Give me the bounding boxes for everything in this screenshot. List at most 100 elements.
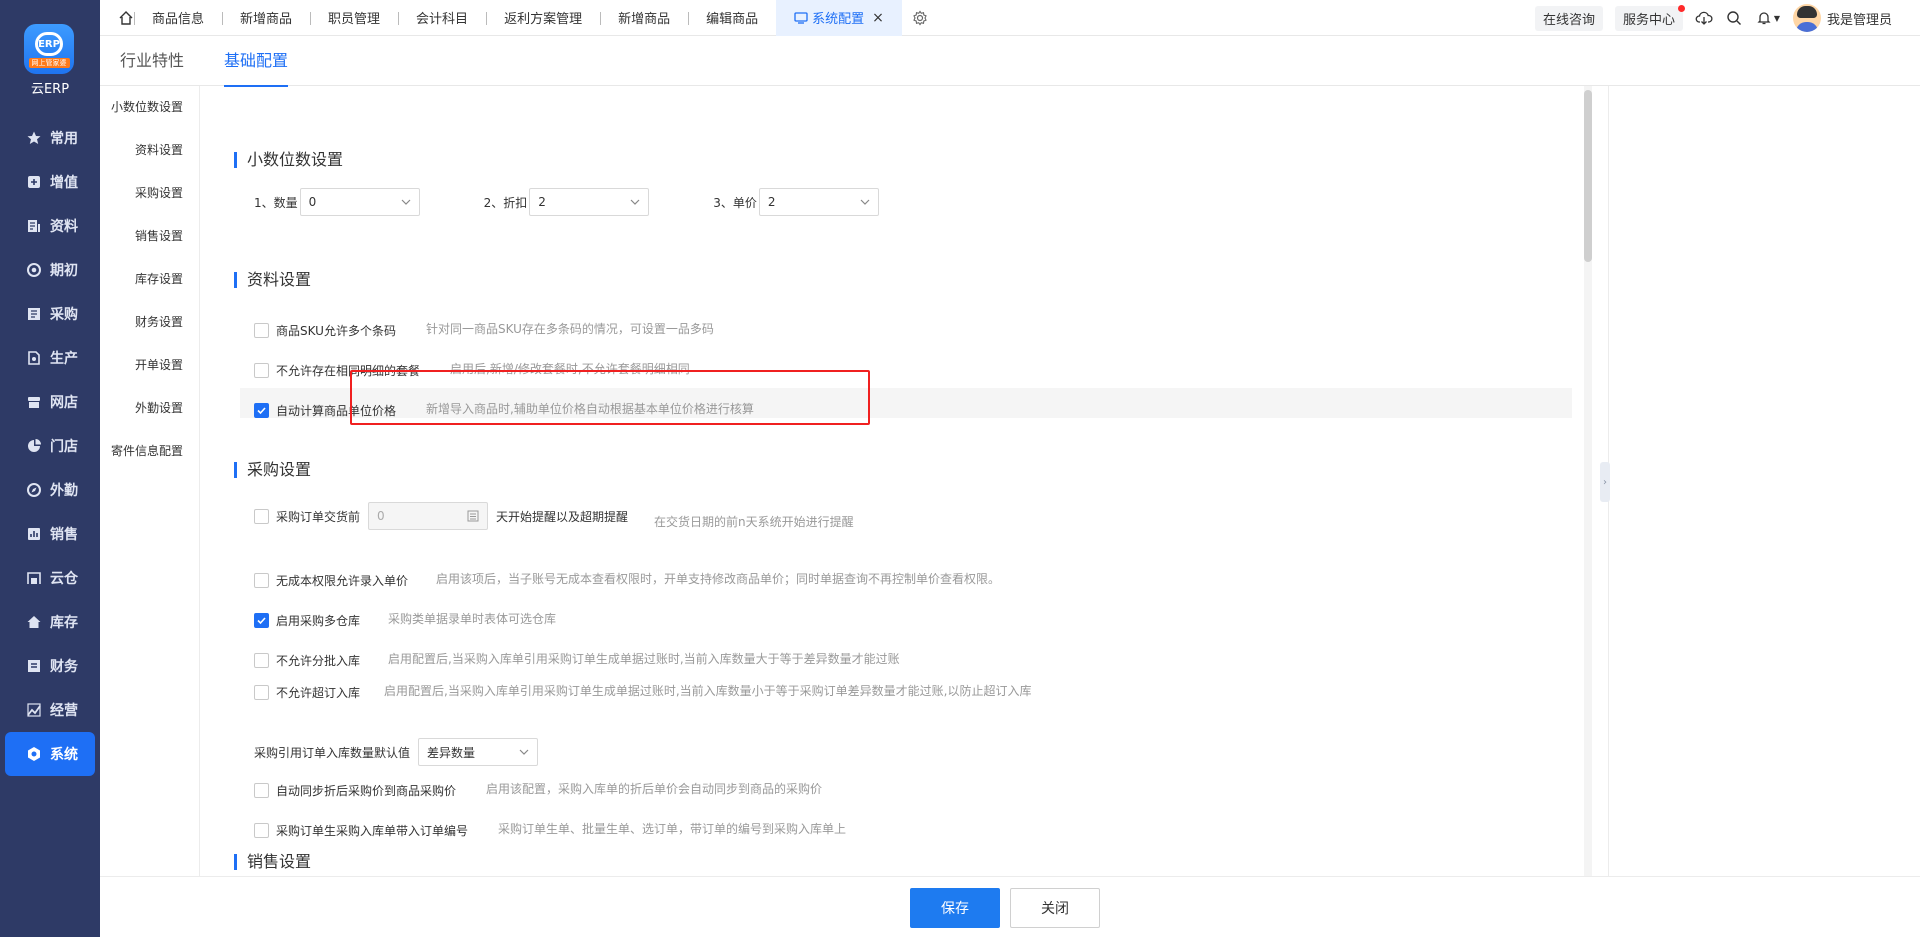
anchor-nav-item[interactable]: 小数位数设置 [100,86,199,129]
sidebar-item-label: 财务 [50,659,78,675]
decimal-qty-select[interactable]: 0 [299,188,420,216]
sidebar-item-11[interactable]: 库存 [0,600,100,644]
checkbox[interactable] [254,613,269,628]
decimal-price-label: 3、单价 [713,195,757,210]
option-hint: 采购类单据录单时表体可选仓库 [388,612,557,626]
sidebar-item-8[interactable]: 外勤 [0,468,100,512]
sidebar-item-1[interactable]: 增值 [0,160,100,204]
sidebar: ERP 网上管家婆 云ERP 常用 增值 资料 期初 采购 生产 网店 门店 外勤 销售 云仓 库存财… [0,0,100,937]
production-icon [28,351,40,365]
option-row: 自动计算商品单位价格 新增导入商品时,辅助单位价格自动根据基本单位价格进行核算 [254,402,754,419]
subtab-0[interactable]: 行业特性 [100,36,204,86]
sidebar-item-10[interactable]: 云仓 [0,556,100,600]
sidebar-item-7[interactable]: 门店 [0,424,100,468]
checkbox[interactable] [254,363,269,378]
close-button[interactable]: 关闭 [1010,888,1100,928]
anchor-nav-item[interactable]: 寄件信息配置 [100,430,199,473]
tab-1[interactable]: 新增商品 [222,0,310,36]
cloud-download-icon[interactable] [1695,9,1713,27]
tab-3[interactable]: 会计科目 [398,0,486,36]
sidebar-item-9[interactable]: 销售 [0,512,100,556]
vertical-scrollbar[interactable] [1584,86,1592,876]
anchor-nav-item[interactable]: 开单设置 [100,344,199,387]
default-qty-select[interactable]: 差异数量 [418,738,539,766]
gear-icon[interactable] [912,10,928,26]
decimal-price-select[interactable]: 2 [758,188,879,216]
sidebar-item-label: 云仓 [50,571,78,587]
tab-2[interactable]: 职员管理 [310,0,398,36]
checkbox[interactable] [254,573,269,588]
checkbox[interactable] [254,823,269,838]
select-value: 2 [538,195,546,209]
warehouse-icon [27,572,41,584]
bell-icon[interactable]: ▼ [1755,9,1781,27]
service-center-button[interactable]: 服务中心 [1614,4,1685,31]
sidebar-item-label: 期初 [50,263,78,279]
home-icon[interactable] [118,10,134,26]
sidebar-item-4[interactable]: 采购 [0,292,100,336]
check-icon [257,617,266,625]
option-row: 无成本权限允许录入单价 启用该项后，当子账号无成本查看权限时，开单支持修改商品单价… [254,572,1000,589]
anchor-nav-item[interactable]: 销售设置 [100,215,199,258]
avatar[interactable] [1792,4,1821,32]
document-icon [28,220,40,232]
anchor-nav-item[interactable]: 库存设置 [100,258,199,301]
sidebar-item-6[interactable]: 网店 [0,380,100,424]
option-row: 商品SKU允许多个条码 针对同一商品SKU存在多条码的情况，可设置一品多码 [254,322,714,339]
anchor-nav-item[interactable]: 外勤设置 [100,387,199,430]
delivery-days-input[interactable]: 0 [368,502,489,530]
sidebar-item-label: 库存 [50,615,78,631]
checkbox[interactable] [254,653,269,668]
tab-4[interactable]: 返利方案管理 [486,0,600,36]
checkbox[interactable] [254,508,269,524]
home-icon [27,616,41,628]
sidebar-item-label: 销售 [50,527,78,543]
sidebar-item-3[interactable]: 期初 [0,248,100,292]
sidebar-item-13[interactable]: 经营 [0,688,100,732]
sidebar-item-2[interactable]: 资料 [0,204,100,248]
online-consult-button[interactable]: 在线咨询 [1534,5,1603,31]
chevron-down-icon [860,199,870,205]
option-label: 商品SKU允许多个条码 [276,324,396,338]
anchor-nav-item[interactable]: 资料设置 [100,129,199,172]
sidebar-item-5[interactable]: 生产 [0,336,100,380]
config-subtabs: 行业特性 基础配置 [100,36,1920,87]
scrollbar-thumb[interactable] [1584,90,1592,262]
settings-main: 小数位数设置 1、数量 0 2、折扣 2 3、单价 2 资料设置 商品SKU允许… [200,86,1684,876]
sidebar-item-0[interactable]: 常用 [0,116,100,160]
save-button[interactable]: 保存 [910,888,1000,928]
sidebar-item-14[interactable]: 系统 [5,732,95,776]
app-logo[interactable]: ERP 网上管家婆 [24,24,74,74]
select-value: 2 [767,195,776,209]
option-row: 不允许存在相同明细的套餐 启用后,新增/修改套餐时,不允许套餐明细相同 [254,362,690,379]
tab-0[interactable]: 商品信息 [134,0,222,36]
chevron-down-icon [630,199,640,205]
close-icon[interactable]: × [872,10,884,26]
chevron-right-icon[interactable]: › [1600,462,1610,502]
sidebar-item-label: 门店 [50,439,78,455]
option-row: 自动同步折后采购价到商品采购价 启用该配置，采购入库单的折后单价会自动同步到商品的… [254,782,822,799]
tab-6[interactable]: 编辑商品 [688,0,776,36]
anchor-nav-item[interactable]: 财务设置 [100,301,199,344]
option-row: 不允许超订入库 启用配置后,当采购入库单引用采购订单生成单据过账时,当前入库数量小… [254,684,1031,701]
option-hint: 在交货日期的前n天系统开始进行提醒 [654,514,854,529]
decimal-discount-select[interactable]: 2 [529,188,650,216]
checkbox[interactable] [254,783,269,798]
subtab-1[interactable]: 基础配置 [204,36,308,87]
tab-system-config[interactable]: 系统配置 × [776,0,902,36]
monitor-icon [794,11,808,24]
sidebar-item-label: 网店 [50,395,78,411]
anchor-nav-item[interactable]: 采购设置 [100,172,199,215]
sidebar-item-12[interactable]: 财务 [0,644,100,688]
user-name[interactable]: 我是管理员 [1827,9,1892,28]
sidebar-item-label: 生产 [50,351,78,367]
checkbox[interactable] [254,403,269,418]
tab-5[interactable]: 新增商品 [600,0,688,36]
checkbox[interactable] [254,323,269,338]
decimal-qty-label: 1、数量 [254,195,298,210]
search-icon[interactable] [1725,9,1743,27]
checkbox[interactable] [254,685,269,700]
option-hint: 采购订单生单、批量生单、选订单，带订单的编号到采购入库单上 [498,822,847,836]
option-label: 不允许超订入库 [276,686,361,700]
chevron-down-icon [519,749,529,755]
